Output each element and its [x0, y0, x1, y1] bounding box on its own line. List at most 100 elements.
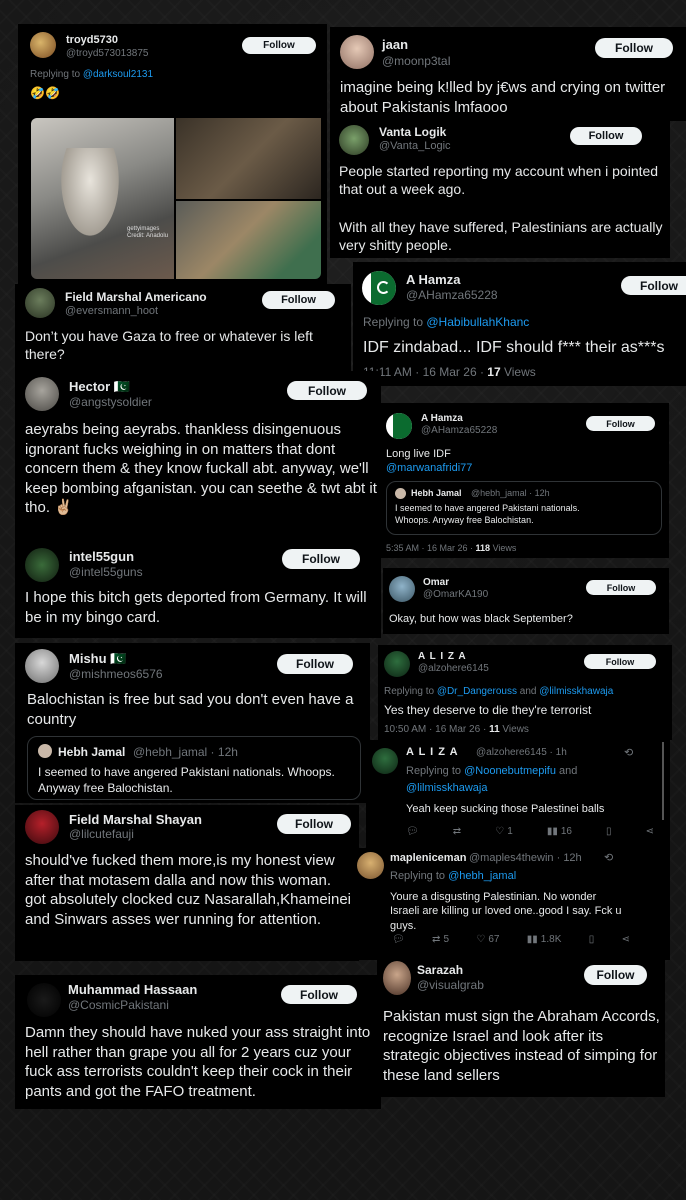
- follow-button[interactable]: Follow: [262, 291, 335, 309]
- display-name[interactable]: Sarazah: [417, 963, 463, 977]
- username[interactable]: @visualgrab: [417, 978, 484, 992]
- retweet-status-icon: ⟲: [604, 852, 614, 864]
- display-name[interactable]: troyd5730: [66, 34, 118, 46]
- avatar[interactable]: [362, 271, 396, 305]
- mention-link[interactable]: @lilmisskhawaja: [406, 782, 487, 794]
- avatar[interactable]: [386, 413, 412, 439]
- username-time[interactable]: @alzohere6145 · 1h: [476, 747, 567, 758]
- follow-button[interactable]: Follow: [281, 985, 357, 1004]
- views-count: 16: [560, 826, 572, 837]
- quoted-tweet[interactable]: Hebh Jamal @hebh_jamal · 12h I seemed to…: [27, 736, 361, 800]
- username[interactable]: @lilcutefauji: [69, 827, 134, 841]
- follow-button[interactable]: Follow: [595, 38, 673, 58]
- mention-link[interactable]: @darksoul2131: [83, 69, 153, 80]
- scrollbar[interactable]: [662, 742, 664, 820]
- avatar[interactable]: [340, 35, 374, 69]
- retweet-icon[interactable]: ⇄ 5: [432, 934, 449, 945]
- follow-button[interactable]: Follow: [621, 276, 686, 295]
- follow-button[interactable]: Follow: [586, 580, 656, 595]
- avatar[interactable]: [30, 32, 56, 58]
- tweet-text: Pakistan must sign the Abraham Accords, …: [383, 1008, 660, 1084]
- follow-button[interactable]: Follow: [277, 814, 351, 834]
- tweet-photo-top-right[interactable]: [176, 118, 321, 199]
- tweet-photo-bottom-right[interactable]: [176, 201, 321, 279]
- share-icon[interactable]: ⋖: [646, 826, 654, 837]
- display-name[interactable]: intel55gun: [69, 549, 134, 564]
- avatar[interactable]: [339, 125, 369, 155]
- username[interactable]: @Vanta_Logic: [379, 140, 451, 152]
- follow-button[interactable]: Follow: [584, 654, 656, 669]
- mention-link[interactable]: @marwanafridi77: [386, 461, 472, 475]
- avatar[interactable]: [372, 748, 398, 774]
- mention-link[interactable]: @Noonebutmepifu: [464, 765, 556, 777]
- avatar[interactable]: [389, 576, 415, 602]
- display-name[interactable]: A Hamza: [421, 413, 463, 424]
- username[interactable]: @alzohere6145: [418, 663, 489, 674]
- reply-icon[interactable]: 💬︎: [406, 826, 419, 837]
- likes-count: 67: [488, 934, 500, 945]
- username[interactable]: @eversmann_hoot: [65, 305, 158, 317]
- mention-link[interactable]: @hebh_jamal: [448, 870, 516, 882]
- heart-icon[interactable]: ♡ 67: [476, 934, 499, 945]
- views-icon[interactable]: ▮▮ 16: [547, 826, 572, 837]
- display-name[interactable]: Omar: [423, 577, 449, 588]
- replying-to: Replying to @Dr_Dangerouss and @lilmissk…: [384, 686, 614, 697]
- follow-button[interactable]: Follow: [586, 416, 655, 431]
- follow-button[interactable]: Follow: [287, 381, 367, 400]
- tweet-text: IDF zindabad... IDF should f*** their as…: [363, 339, 665, 356]
- username-time[interactable]: @maples4thewin · 12h: [469, 852, 582, 864]
- display-name[interactable]: mapleniceman: [390, 852, 466, 864]
- tweet-card-field-marshal-shayan: Field Marshal Shayan @lilcutefauji Follo…: [15, 805, 359, 961]
- heart-icon[interactable]: ♡ 1: [495, 826, 513, 837]
- display-name[interactable]: A L I Z A: [418, 651, 467, 662]
- avatar[interactable]: [357, 852, 384, 879]
- username[interactable]: @troyd573013875: [66, 48, 148, 59]
- mention-link[interactable]: @HabibullahKhanc: [426, 315, 529, 329]
- bookmark-icon[interactable]: ▯: [589, 934, 595, 945]
- share-icon[interactable]: ⋖: [622, 934, 630, 945]
- mention-link[interactable]: @lilmisskhawaja: [539, 686, 613, 697]
- follow-button[interactable]: Follow: [570, 127, 642, 145]
- username[interactable]: @AHamza65228: [406, 288, 498, 302]
- avatar[interactable]: [25, 548, 59, 582]
- avatar[interactable]: [25, 649, 59, 683]
- follow-button[interactable]: Follow: [242, 37, 316, 54]
- display-name[interactable]: jaan: [382, 37, 408, 52]
- follow-button[interactable]: Follow: [584, 965, 647, 985]
- avatar[interactable]: [383, 961, 411, 995]
- display-name[interactable]: Field Marshal Shayan: [69, 812, 202, 827]
- username[interactable]: @AHamza65228: [421, 425, 497, 436]
- replying-to: Replying to @hebh_jamal: [390, 870, 517, 882]
- reply-icon[interactable]: 💬︎: [392, 934, 405, 945]
- username[interactable]: @CosmicPakistani: [68, 998, 169, 1012]
- replying-to: Replying to @Noonebutmepifu and @lilmiss…: [406, 765, 578, 794]
- follow-button[interactable]: Follow: [282, 549, 360, 569]
- username[interactable]: @mishmeos6576: [69, 667, 163, 681]
- views-icon[interactable]: ▮▮ 1.8K: [527, 934, 562, 945]
- username[interactable]: @OmarKA190: [423, 589, 488, 600]
- avatar[interactable]: [27, 983, 61, 1017]
- tweet-photo-baby[interactable]: gettyimages Credit: Anadolu: [31, 118, 174, 279]
- username[interactable]: @moonp3taI: [382, 54, 451, 68]
- follow-button[interactable]: Follow: [277, 654, 353, 674]
- display-name[interactable]: Vanta Logik: [379, 125, 446, 139]
- display-name[interactable]: Field Marshal Americano: [65, 290, 207, 304]
- display-name[interactable]: Hector 🇵🇰: [69, 379, 130, 395]
- tweet-card-hector: Hector 🇵🇰 @angstysoldier Follow aeyrabs …: [15, 371, 381, 541]
- flag-crescent-icon: [377, 281, 390, 294]
- avatar[interactable]: [25, 377, 59, 411]
- avatar[interactable]: [384, 651, 410, 677]
- avatar[interactable]: [25, 810, 59, 844]
- display-name[interactable]: A L I Z A: [406, 746, 459, 758]
- display-name[interactable]: Muhammad Hassaan: [68, 982, 197, 997]
- bookmark-icon[interactable]: ▯: [606, 826, 612, 837]
- tweet-card-omar: Omar @OmarKA190 Follow Okay, but how was…: [383, 568, 669, 634]
- display-name[interactable]: A Hamza: [406, 272, 460, 287]
- quoted-tweet[interactable]: Hebh Jamal @hebh_jamal · 12h I seemed to…: [386, 481, 662, 535]
- mention-link[interactable]: @Dr_Dangerouss: [437, 686, 517, 697]
- username[interactable]: @angstysoldier: [69, 395, 152, 409]
- username[interactable]: @intel55guns: [69, 565, 143, 579]
- retweet-icon[interactable]: ⇄: [453, 826, 461, 837]
- display-name[interactable]: Mishu 🇵🇰: [69, 651, 126, 667]
- avatar[interactable]: [25, 288, 55, 318]
